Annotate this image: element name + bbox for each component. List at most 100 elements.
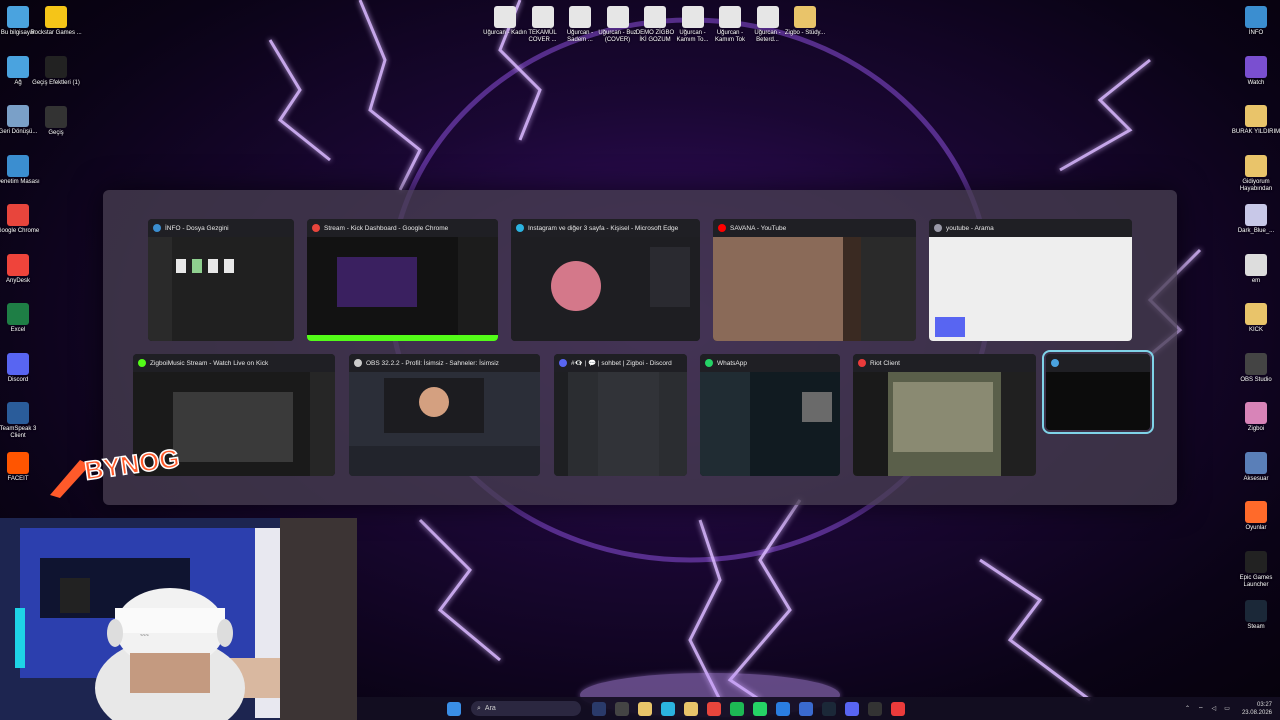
desktop-icon-label: OBS Studio <box>1240 376 1272 383</box>
window-title: WhatsApp <box>717 359 747 367</box>
desktop-icon[interactable]: Geçiş Efektleri (1) <box>30 56 82 87</box>
window-thumbnail[interactable]: Stream - Kick Dashboard - Google Chrome <box>307 219 498 341</box>
window-thumbnail[interactable]: SAVANA - YouTube <box>713 219 916 341</box>
desktop-icon-label: Steam <box>1247 624 1265 630</box>
desktop-icon-label: Rockstar Games ... <box>30 30 82 36</box>
discord-icon[interactable] <box>844 701 859 716</box>
video-file-icon <box>531 6 554 28</box>
time-text: 03:27 <box>1256 701 1272 708</box>
steam-icon <box>1245 600 1267 622</box>
network-icon[interactable]: ⌔ <box>1198 705 1204 713</box>
network-icon <box>7 55 29 78</box>
desktop-icon-label: Epic Games Launcher <box>1239 574 1273 588</box>
search-input[interactable]: ⌕ Ara <box>471 701 581 716</box>
battery-icon[interactable]: ▭ <box>1224 705 1230 712</box>
window-thumbnail[interactable]: Riot Client <box>853 354 1036 476</box>
mail-icon[interactable] <box>775 701 790 716</box>
window-preview <box>511 237 700 341</box>
desktop-icon-label: Excel <box>10 327 26 333</box>
desktop-icon[interactable]: BURAK YILDIRIM <box>1230 105 1280 136</box>
window-thumbnail[interactable] <box>1042 350 1154 434</box>
system-tray: ⌃ ⌔ ◁ ▭ 03:27 23.08.2026 <box>1181 697 1272 720</box>
desktop-icon[interactable]: Zigboi <box>1230 402 1280 433</box>
desktop-icon[interactable]: Discord <box>0 352 44 384</box>
desktop-icon-label: Denetim Masası <box>0 178 40 185</box>
start-button[interactable] <box>446 701 461 716</box>
desktop-icon[interactable]: em <box>1230 253 1280 285</box>
chevron-up-icon[interactable]: ⌃ <box>1185 705 1190 712</box>
obs-icon[interactable] <box>867 701 882 716</box>
desktop-icon[interactable]: İNFO <box>1230 6 1280 37</box>
desktop-icon-label: AnyDesk <box>5 277 30 284</box>
folder-icon <box>1245 303 1267 325</box>
steam-icon[interactable] <box>821 701 836 716</box>
computer-icon <box>7 6 29 28</box>
desktop-icon[interactable]: Google Chrome <box>0 204 44 235</box>
window-thumbnail[interactable]: #👁‍🗨 | 💬 | sohbet | Zigboi - Discord <box>554 354 687 476</box>
app-icon <box>516 224 524 232</box>
window-thumbnail[interactable]: WhatsApp <box>700 354 840 476</box>
edge-icon[interactable] <box>660 701 675 716</box>
desktop-icon-label: Zigbo - Stüdy... <box>784 30 826 36</box>
task-view-icon[interactable] <box>614 701 629 716</box>
desktop-icon-label: em <box>1251 277 1261 284</box>
riot-icon[interactable] <box>890 701 905 716</box>
desktop-icon[interactable]: Excel <box>0 303 44 334</box>
video-icon <box>1245 55 1267 78</box>
window-thumbnail[interactable]: OBS 32.2.2 - Profil: İsimsiz - Sahneler:… <box>349 354 540 476</box>
window-thumbnail[interactable]: youtube - Arama <box>929 219 1132 341</box>
volume-icon[interactable]: ◁ <box>1212 705 1217 712</box>
window-preview <box>148 237 294 341</box>
chrome-icon[interactable] <box>706 701 721 716</box>
video-file-icon <box>756 6 779 28</box>
video-file-icon <box>494 6 516 28</box>
film-icon <box>45 106 67 128</box>
desktop-icon-label: Watch <box>1247 79 1265 86</box>
window-title: #👁‍🗨 | 💬 | sohbet | Zigboi - Discord <box>571 360 672 367</box>
store-icon[interactable] <box>798 701 813 716</box>
desktop-icon-label: Oyunlar <box>1245 525 1267 531</box>
window-preview <box>307 237 498 341</box>
desktop-icon[interactable]: Aksesuar <box>1230 451 1280 483</box>
desktop-icon[interactable]: KICK <box>1230 303 1280 334</box>
desktop-icon[interactable]: Rockstar Games ... <box>30 6 82 37</box>
widgets-icon[interactable] <box>591 701 606 716</box>
spotify-icon[interactable] <box>729 701 744 716</box>
window-title: ZigboiMusic Stream - Watch Live on Kick <box>150 359 269 367</box>
desktop-icon[interactable]: TeamSpeak 3 Client <box>0 402 44 440</box>
task-switcher: İNFO - Dosya Gezgini Stream - Kick Dashbo… <box>103 190 1177 505</box>
window-title: İNFO - Dosya Gezgini <box>165 224 229 232</box>
excel-icon <box>7 303 29 325</box>
desktop-icon[interactable]: AnyDesk <box>0 253 44 285</box>
desktop-icon-label: Aksesuar <box>1243 475 1269 482</box>
desktop-icon[interactable]: Geçiş <box>30 106 82 137</box>
window-thumbnail[interactable]: İNFO - Dosya Gezgini <box>148 219 294 341</box>
search-placeholder: Ara <box>484 705 496 712</box>
desktop-icon[interactable]: Denetim Masası <box>0 154 44 186</box>
desktop-icon[interactable]: Oyunlar <box>1230 501 1280 532</box>
desktop-icon[interactable]: Gidiyorum Hayabından <box>1230 154 1280 193</box>
search-icon: ⌕ <box>477 704 481 712</box>
file-explorer-icon[interactable] <box>637 701 652 716</box>
whatsapp-icon[interactable] <box>752 701 767 716</box>
window-title-bar <box>1046 354 1150 372</box>
desktop-icon[interactable]: Steam <box>1230 600 1280 631</box>
app-icon <box>312 224 320 232</box>
desktop-icon[interactable]: Epic Games Launcher <box>1230 550 1280 589</box>
desktop-icon[interactable]: Dark_Blue_... <box>1230 204 1280 235</box>
window-title-bar: Instagram ve diğer 3 sayfa - Kişisel - M… <box>511 219 700 237</box>
folder-icon <box>1245 204 1267 226</box>
desktop-icon-label: Gidiyorum Hayabından <box>1239 178 1273 192</box>
video-file-icon <box>644 6 666 28</box>
folder-icon[interactable] <box>683 701 698 716</box>
desktop-icon[interactable]: Zigbo - Stüdy... <box>782 6 828 37</box>
window-thumbnail[interactable]: Instagram ve diğer 3 sayfa - Kişisel - M… <box>511 219 700 341</box>
video-file-icon <box>606 6 629 28</box>
epic-icon <box>1245 550 1267 573</box>
clock[interactable]: 03:27 23.08.2026 <box>1242 701 1272 717</box>
stream-logo: BYNOG <box>40 440 190 500</box>
window-title-bar: #👁‍🗨 | 💬 | sohbet | Zigboi - Discord <box>554 354 687 372</box>
desktop-icon[interactable]: FACEIT <box>0 451 44 483</box>
desktop-icon[interactable]: Watch <box>1230 55 1280 87</box>
desktop-icon[interactable]: OBS Studio <box>1230 352 1280 384</box>
